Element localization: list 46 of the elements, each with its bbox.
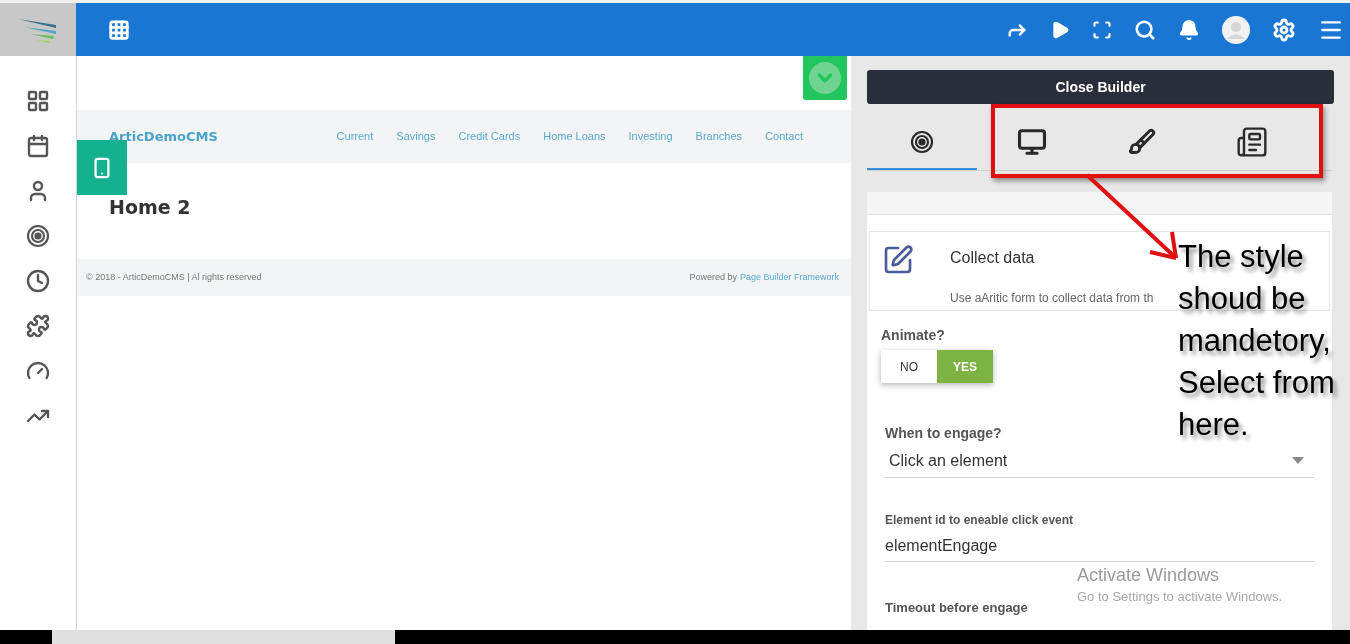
dashboard-icon[interactable] — [26, 89, 50, 113]
nav-link[interactable]: Credit Cards — [458, 128, 521, 145]
edit-icon — [882, 244, 914, 276]
avatar-icon[interactable] — [1222, 15, 1250, 44]
target-icon — [910, 130, 934, 154]
newspaper-icon — [1236, 126, 1268, 158]
play-icon[interactable] — [1050, 19, 1070, 40]
apps-icon[interactable] — [108, 18, 130, 41]
animate-label: Animate? — [881, 326, 945, 345]
nav-link[interactable]: Savings — [396, 128, 436, 145]
mobile-view-button[interactable] — [77, 140, 127, 195]
engage-label: When to engage? — [885, 424, 1002, 443]
element-id-field[interactable]: elementEngage — [885, 529, 1314, 562]
target-icon — [26, 224, 50, 248]
close-builder-button[interactable]: Close Builder — [867, 70, 1334, 104]
nav-link[interactable]: Home Loans — [543, 128, 606, 145]
dropdown-caret-icon — [1292, 457, 1304, 464]
settings-icon[interactable] — [1272, 17, 1296, 42]
annotation-text: The style shoud be mandetory, Select from here. — [1178, 238, 1336, 444]
calendar-icon[interactable] — [26, 134, 50, 158]
framework-link[interactable]: Page Builder Framework — [739, 270, 839, 285]
toggle-option[interactable]: YES — [937, 350, 993, 383]
clock-icon[interactable] — [26, 269, 50, 293]
monitor-icon — [1017, 127, 1047, 157]
brand-name[interactable]: ArticDemoCMS — [109, 126, 218, 147]
activation-title: Activate Windows — [1077, 564, 1221, 586]
powered-by-text: Powered by — [689, 270, 737, 284]
brush-icon — [1128, 128, 1156, 156]
nav-link[interactable]: Investing — [628, 128, 673, 145]
nav-link[interactable]: Branches — [695, 128, 743, 145]
block-title: Collect data — [950, 248, 1036, 268]
engage-select[interactable]: Click an element — [885, 444, 1314, 478]
element-id-label: Element id to eneable click event — [885, 512, 1075, 529]
search-icon[interactable] — [1134, 18, 1156, 41]
page-heading: Home 2 — [109, 196, 191, 218]
nav-link[interactable]: Contact — [765, 128, 803, 145]
puzzle-icon[interactable] — [26, 314, 50, 338]
block-description: Use aAritic form to collect data from th — [950, 290, 1154, 307]
scrollbar[interactable] — [52, 630, 395, 644]
toggle-option[interactable]: NO — [881, 350, 937, 383]
nav-link[interactable]: Current — [336, 128, 374, 145]
fullscreen-icon[interactable] — [1092, 19, 1112, 40]
bell-icon[interactable] — [1178, 18, 1200, 41]
phone-icon — [91, 156, 113, 179]
activation-subtitle: Go to Settings to activate Windows. — [1077, 588, 1283, 606]
copyright-text: © 2018 - ArticDemoCMS | Al rights reserved — [86, 270, 262, 284]
